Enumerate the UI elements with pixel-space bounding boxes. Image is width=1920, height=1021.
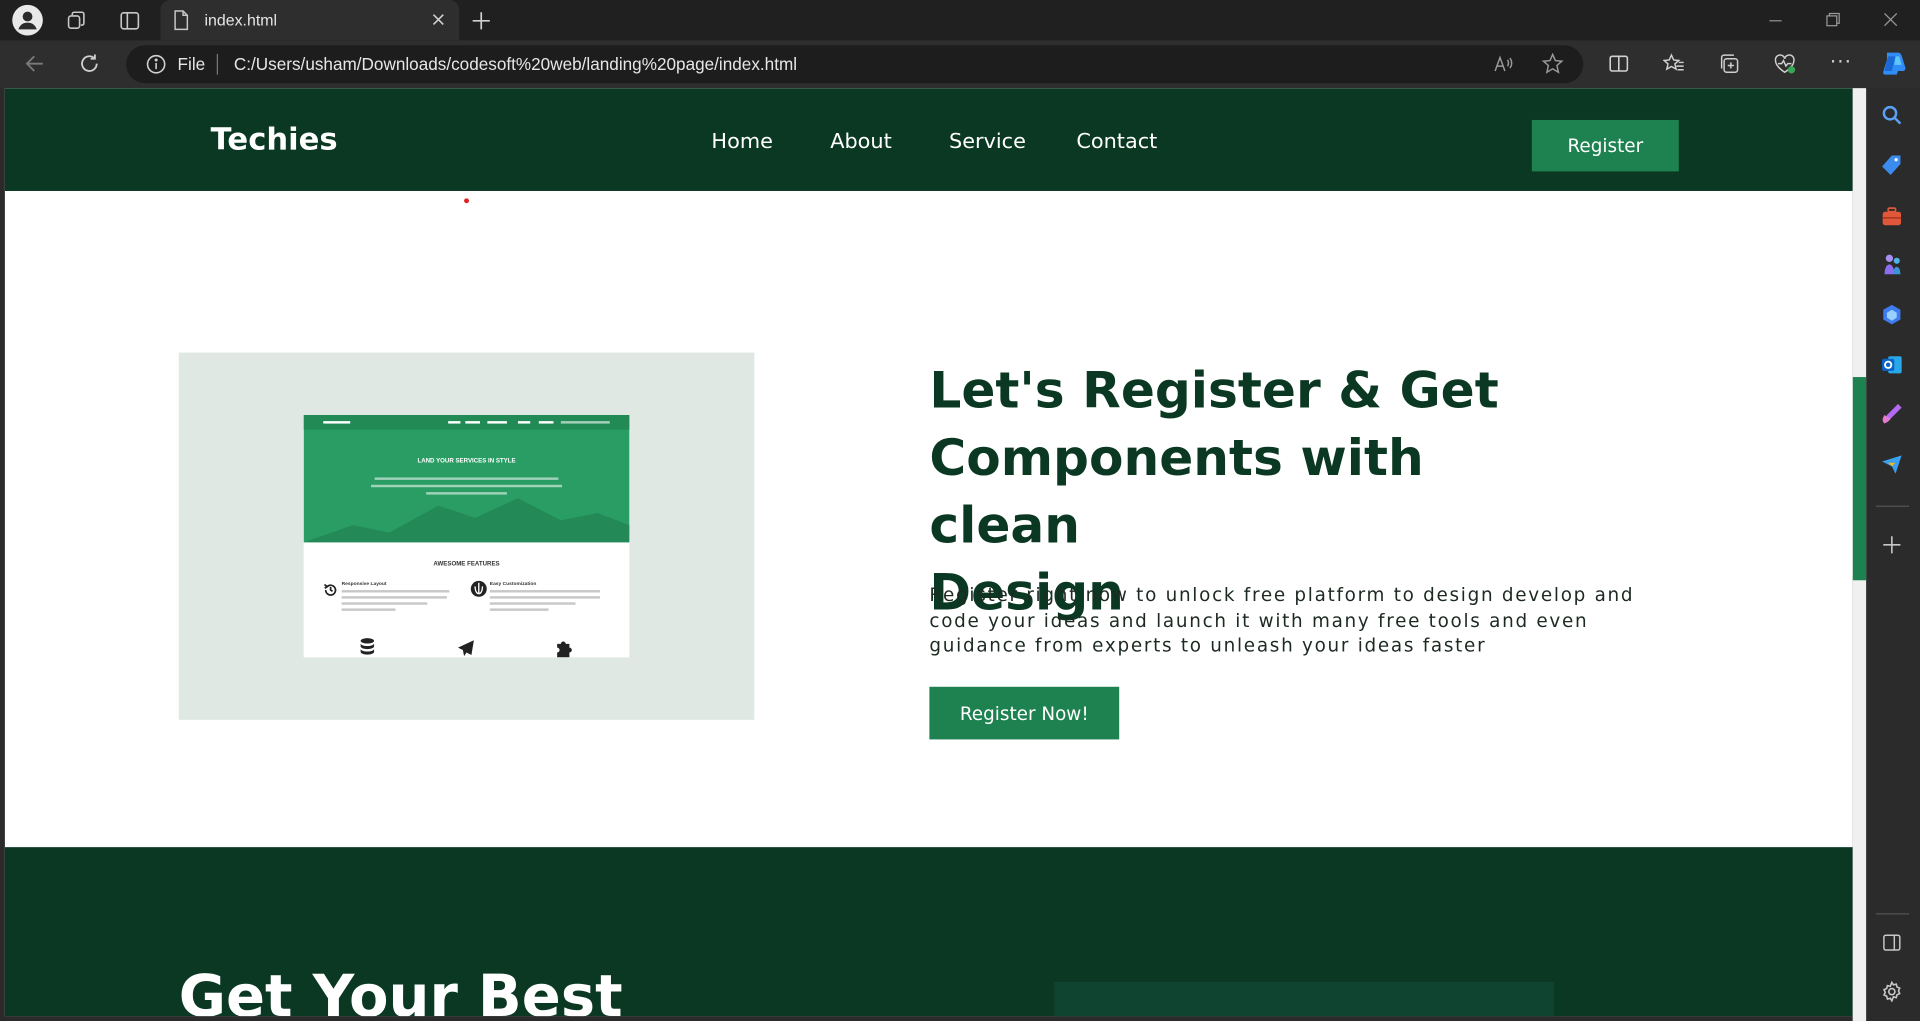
sidebar-divider bbox=[1875, 505, 1909, 507]
read-aloud-icon[interactable] bbox=[1493, 54, 1514, 75]
outlook-icon[interactable] bbox=[1881, 354, 1903, 376]
nav-contact[interactable]: Contact bbox=[1076, 130, 1157, 154]
search-icon[interactable] bbox=[1881, 104, 1903, 126]
browser-essentials-icon[interactable] bbox=[1773, 53, 1796, 75]
shopping-icon[interactable] bbox=[1881, 154, 1903, 176]
mockup-feature-2-text-2 bbox=[489, 596, 601, 599]
sidebar-divider-bottom bbox=[1875, 913, 1909, 915]
mockup-navbar bbox=[303, 415, 630, 430]
refresh-icon[interactable] bbox=[78, 53, 100, 75]
mockup-feature-2-text-3 bbox=[489, 602, 576, 605]
favorites-icon[interactable] bbox=[1662, 53, 1685, 75]
mockup-banner-text-2 bbox=[371, 484, 563, 488]
url-text[interactable]: C:/Users/usham/Downloads/codesoft%20web/… bbox=[234, 54, 797, 74]
address-scheme: File bbox=[177, 53, 206, 74]
mockup-rebel-icon bbox=[470, 580, 487, 597]
games-icon[interactable] bbox=[1881, 253, 1903, 275]
new-tab-icon[interactable] bbox=[470, 10, 492, 32]
address-divider bbox=[216, 53, 218, 75]
mockup-feature-2-text-4 bbox=[489, 608, 549, 611]
tools-icon[interactable] bbox=[1881, 206, 1903, 228]
red-dot bbox=[464, 198, 469, 204]
window-close-icon[interactable] bbox=[1882, 11, 1899, 28]
close-icon[interactable] bbox=[430, 11, 447, 28]
send-icon[interactable] bbox=[1881, 453, 1903, 475]
workspaces-icon[interactable] bbox=[65, 10, 87, 32]
nav-about[interactable]: About bbox=[830, 130, 892, 154]
mockup-plane-icon bbox=[457, 639, 475, 657]
mockup-feature-1: Responsive Layout bbox=[341, 580, 387, 587]
collections-icon[interactable] bbox=[1718, 53, 1740, 75]
website-mockup: LAND YOUR SERVICES IN STYLE AWESOME FEAT… bbox=[303, 415, 630, 658]
nav-service[interactable]: Service bbox=[949, 130, 1026, 154]
register-now-button[interactable]: Register Now! bbox=[929, 686, 1120, 740]
profile-icon[interactable] bbox=[12, 4, 43, 36]
restore-icon[interactable] bbox=[1825, 11, 1842, 28]
mockup-feature-2-text bbox=[489, 590, 601, 593]
split-screen-icon[interactable] bbox=[1608, 53, 1630, 75]
mockup-feature-1-text-4 bbox=[341, 608, 396, 611]
back-icon[interactable] bbox=[23, 53, 45, 75]
add-icon[interactable] bbox=[1882, 535, 1902, 555]
scrollbar-thumb[interactable] bbox=[1852, 377, 1867, 581]
mockup-banner-text-1 bbox=[374, 477, 559, 480]
mockup-feature-1-text-3 bbox=[341, 602, 428, 605]
mockup-database-icon bbox=[360, 638, 375, 658]
address-bar[interactable]: File C:/Users/usham/Downloads/codesoft%2… bbox=[126, 45, 1584, 84]
section2-title: Get Your Best bbox=[178, 963, 623, 1017]
designer-icon[interactable] bbox=[1881, 403, 1903, 425]
mockup-banner-text-3 bbox=[426, 492, 507, 495]
hero-heading-line-2: Components with clean bbox=[929, 428, 1424, 555]
web-page: Techies Home About Service Contact Regis… bbox=[4, 88, 1853, 1017]
more-icon[interactable]: ··· bbox=[1829, 49, 1851, 75]
mockup-feature-1-text bbox=[341, 590, 450, 593]
hero-heading-line-1: Let's Register & Get bbox=[929, 361, 1499, 420]
info-icon[interactable] bbox=[146, 54, 167, 75]
browser-tab[interactable]: index.html bbox=[160, 0, 460, 41]
nav-home[interactable]: Home bbox=[711, 130, 772, 154]
bing-chat-icon[interactable] bbox=[1881, 304, 1903, 326]
sidebar-toggle-icon[interactable] bbox=[1882, 933, 1902, 953]
settings-icon[interactable] bbox=[1881, 980, 1903, 1003]
minimize-icon[interactable] bbox=[1767, 12, 1784, 29]
register-button[interactable]: Register bbox=[1531, 119, 1679, 172]
features-section: Get Your Best bbox=[4, 847, 1853, 1017]
hero-image: LAND YOUR SERVICES IN STYLE AWESOME FEAT… bbox=[178, 352, 755, 720]
section2-image bbox=[1054, 981, 1554, 1017]
tab-title: index.html bbox=[204, 11, 278, 30]
hero-paragraph: Register right now to unlock free platfo… bbox=[929, 583, 1635, 657]
mockup-banner-title: LAND YOUR SERVICES IN STYLE bbox=[417, 457, 516, 466]
site-logo[interactable]: Techies bbox=[211, 121, 338, 157]
mockup-puzzle-icon bbox=[556, 638, 573, 658]
tab-actions-icon[interactable] bbox=[119, 10, 141, 32]
site-navbar: Techies Home About Service Contact Regis… bbox=[4, 88, 1853, 191]
mockup-feature-2: Easy Customization bbox=[489, 580, 537, 587]
favorite-star-icon[interactable] bbox=[1541, 52, 1564, 75]
copilot-icon[interactable] bbox=[1878, 49, 1907, 78]
file-icon bbox=[173, 10, 190, 31]
mockup-history-icon bbox=[323, 581, 338, 596]
mockup-features-title: AWESOME FEATURES bbox=[433, 560, 500, 569]
mockup-feature-1-text-2 bbox=[341, 596, 447, 599]
